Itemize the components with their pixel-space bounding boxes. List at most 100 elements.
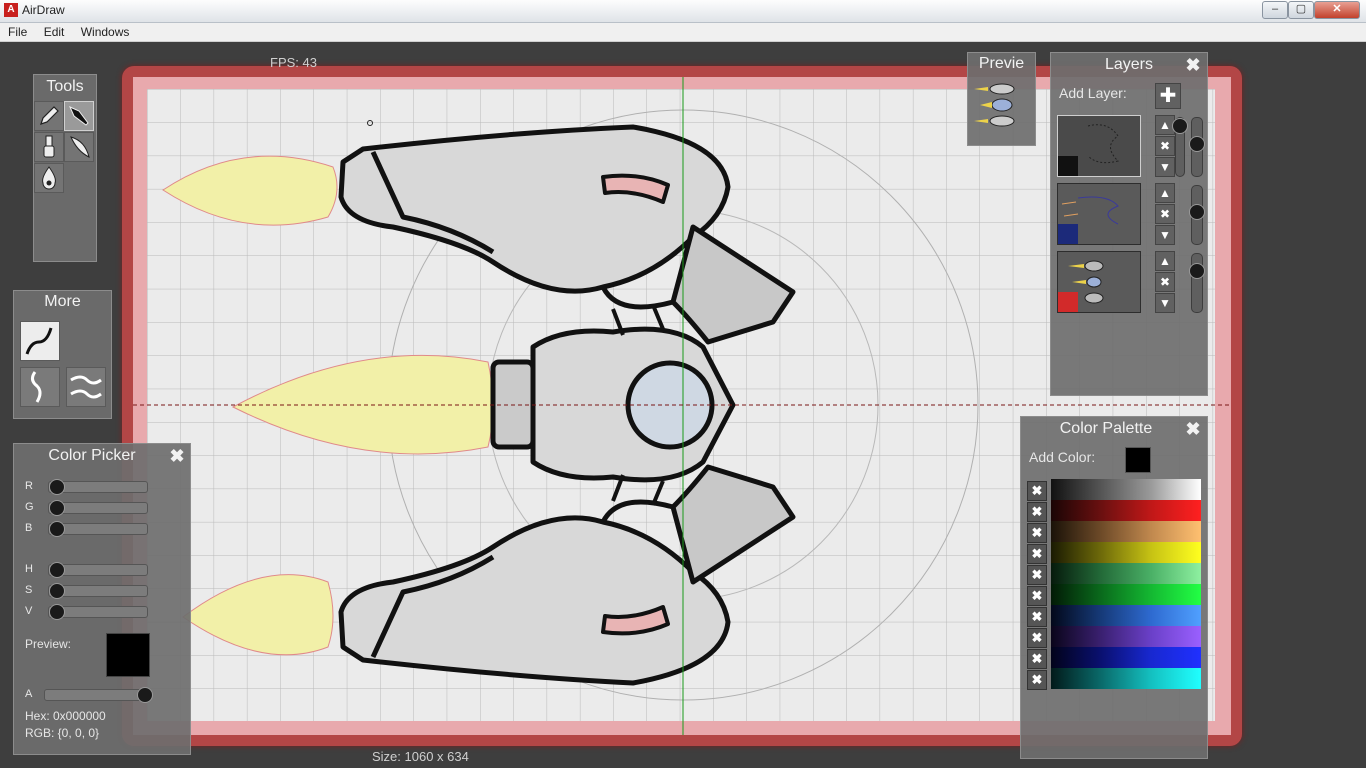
layer-color-opacity-knob[interactable] bbox=[1189, 262, 1205, 279]
palette-row-delete-button[interactable]: ✖ bbox=[1027, 481, 1047, 501]
layer-thumb-color[interactable] bbox=[1057, 251, 1141, 313]
menubar: File Edit Windows bbox=[0, 23, 1366, 42]
slider-g-label: G bbox=[25, 501, 34, 513]
layer-color-down-button[interactable]: ▼ bbox=[1155, 293, 1175, 313]
tool-pencil[interactable] bbox=[34, 101, 64, 131]
menu-file[interactable]: File bbox=[0, 23, 32, 39]
layer-ink-opacity-knob[interactable] bbox=[1189, 135, 1205, 152]
palette-row[interactable] bbox=[1051, 647, 1201, 668]
layer-thumb-ink[interactable] bbox=[1057, 115, 1141, 177]
palette-row[interactable] bbox=[1051, 584, 1201, 605]
color-palette-panel: Color Palette ✖ Add Color: ✖ ✖ ✖ ✖ ✖ ✖ ✖ ✖ ✖ ✖ bbox=[1020, 416, 1208, 759]
slider-r-label: R bbox=[25, 480, 33, 492]
slider-g[interactable] bbox=[48, 500, 148, 516]
paint-brush-icon bbox=[43, 135, 55, 158]
add-layer-button[interactable]: ✚ bbox=[1155, 83, 1181, 109]
palette-row-delete-button[interactable]: ✖ bbox=[1027, 628, 1047, 648]
more-panel-title: More bbox=[44, 293, 81, 310]
color-picker-title: Color Picker bbox=[48, 447, 136, 464]
palette-row-delete-button[interactable]: ✖ bbox=[1027, 565, 1047, 585]
slider-s[interactable] bbox=[48, 583, 148, 599]
layer-ink-down-button[interactable]: ▼ bbox=[1155, 157, 1175, 177]
palette-row[interactable] bbox=[1051, 563, 1201, 584]
layer-color-up-button[interactable]: ▲ bbox=[1155, 251, 1175, 271]
slider-h-knob[interactable] bbox=[49, 562, 65, 578]
palette-row-delete-button[interactable]: ✖ bbox=[1027, 502, 1047, 522]
minimize-button[interactable]: ‒ bbox=[1262, 1, 1288, 19]
palette-row[interactable] bbox=[1051, 479, 1201, 500]
pen-icon bbox=[69, 106, 89, 126]
layers-close-icon[interactable]: ✖ bbox=[1185, 56, 1201, 74]
layer-thumb-sketch[interactable] bbox=[1057, 183, 1141, 245]
layer-sketch-opacity-knob[interactable] bbox=[1189, 203, 1205, 220]
color-preview-swatch bbox=[106, 633, 150, 677]
slider-b[interactable] bbox=[48, 521, 148, 537]
pen-icon bbox=[1058, 156, 1078, 176]
layer-sketch-delete-button[interactable]: ✖ bbox=[1155, 204, 1175, 224]
add-layer-label: Add Layer: bbox=[1059, 85, 1127, 101]
palette-row[interactable] bbox=[1051, 605, 1201, 626]
palette-row[interactable] bbox=[1051, 500, 1201, 521]
ink-drop-icon bbox=[42, 166, 56, 190]
canvas-size-label: Size: 1060 x 634 bbox=[372, 749, 469, 764]
color-picker-close-icon[interactable]: ✖ bbox=[169, 447, 185, 465]
palette-row-delete-button[interactable]: ✖ bbox=[1027, 523, 1047, 543]
slider-r-knob[interactable] bbox=[49, 479, 65, 495]
pencil-icon bbox=[1058, 224, 1078, 244]
palette-row-delete-button[interactable]: ✖ bbox=[1027, 544, 1047, 564]
close-window-button[interactable]: ✕ bbox=[1314, 1, 1360, 19]
layer-ink-delete-button[interactable]: ✖ bbox=[1155, 136, 1175, 156]
maximize-button[interactable]: ▢ bbox=[1288, 1, 1314, 19]
slider-alpha-knob[interactable] bbox=[137, 687, 153, 703]
layers-scroll-handle[interactable] bbox=[1172, 118, 1188, 134]
palette-row-delete-button[interactable]: ✖ bbox=[1027, 670, 1047, 690]
menu-edit[interactable]: Edit bbox=[36, 23, 70, 39]
slider-b-label: B bbox=[25, 522, 33, 534]
palette-row[interactable] bbox=[1051, 521, 1201, 542]
palette-row-delete-button[interactable]: ✖ bbox=[1027, 586, 1047, 606]
color-palette-title: Color Palette bbox=[1059, 420, 1153, 437]
slider-v-knob[interactable] bbox=[49, 604, 65, 620]
palette-row[interactable] bbox=[1051, 668, 1201, 689]
slider-b-knob[interactable] bbox=[49, 521, 65, 537]
tool-feather[interactable] bbox=[64, 132, 94, 162]
menu-windows[interactable]: Windows bbox=[73, 23, 135, 39]
horizontal-squiggle-button[interactable] bbox=[66, 367, 106, 407]
curve-stroke-icon bbox=[25, 327, 53, 355]
vertical-squiggle-button[interactable] bbox=[20, 367, 60, 407]
color-picker-panel: Color Picker ✖ R G B H S V Preview: A He… bbox=[13, 443, 191, 755]
palette-row[interactable] bbox=[1051, 626, 1201, 647]
fps-counter: FPS: 43 bbox=[270, 55, 317, 70]
curve-stroke-button[interactable] bbox=[20, 321, 60, 361]
app-icon: A bbox=[4, 3, 18, 17]
add-color-button[interactable] bbox=[1125, 447, 1151, 473]
preview-thumbnail bbox=[974, 83, 1015, 127]
slider-s-knob[interactable] bbox=[49, 583, 65, 599]
tool-ink-drop[interactable] bbox=[34, 163, 64, 193]
slider-v[interactable] bbox=[48, 604, 148, 620]
palette-row-delete-button[interactable]: ✖ bbox=[1027, 649, 1047, 669]
tool-brush[interactable] bbox=[34, 132, 64, 162]
layer-color-delete-button[interactable]: ✖ bbox=[1155, 272, 1175, 292]
tool-pen[interactable] bbox=[64, 101, 94, 131]
horizontal-squiggle-icon bbox=[70, 375, 102, 399]
layer-color-opacity-slider[interactable] bbox=[1189, 253, 1205, 313]
slider-h[interactable] bbox=[48, 562, 148, 578]
window-title: AirDraw bbox=[22, 3, 65, 17]
layer-sketch-opacity-slider[interactable] bbox=[1189, 185, 1205, 245]
slider-g-knob[interactable] bbox=[49, 500, 65, 516]
feather-icon bbox=[70, 136, 90, 158]
more-panel: More bbox=[13, 290, 112, 419]
palette-row-delete-button[interactable]: ✖ bbox=[1027, 607, 1047, 627]
layer-sketch-up-button[interactable]: ▲ bbox=[1155, 183, 1175, 203]
hex-readout: Hex: 0x000000 bbox=[25, 709, 106, 723]
palette-row[interactable] bbox=[1051, 542, 1201, 563]
layer-sketch-down-button[interactable]: ▼ bbox=[1155, 225, 1175, 245]
palette-close-icon[interactable]: ✖ bbox=[1185, 420, 1201, 438]
window-titlebar: A AirDraw ‒ ▢ ✕ bbox=[0, 0, 1366, 23]
layer-ink-opacity-slider[interactable] bbox=[1189, 117, 1205, 177]
slider-alpha[interactable] bbox=[44, 687, 153, 703]
layers-scrollbar[interactable] bbox=[1172, 117, 1188, 177]
layers-panel-title: Layers bbox=[1104, 56, 1154, 73]
slider-r[interactable] bbox=[48, 479, 148, 495]
